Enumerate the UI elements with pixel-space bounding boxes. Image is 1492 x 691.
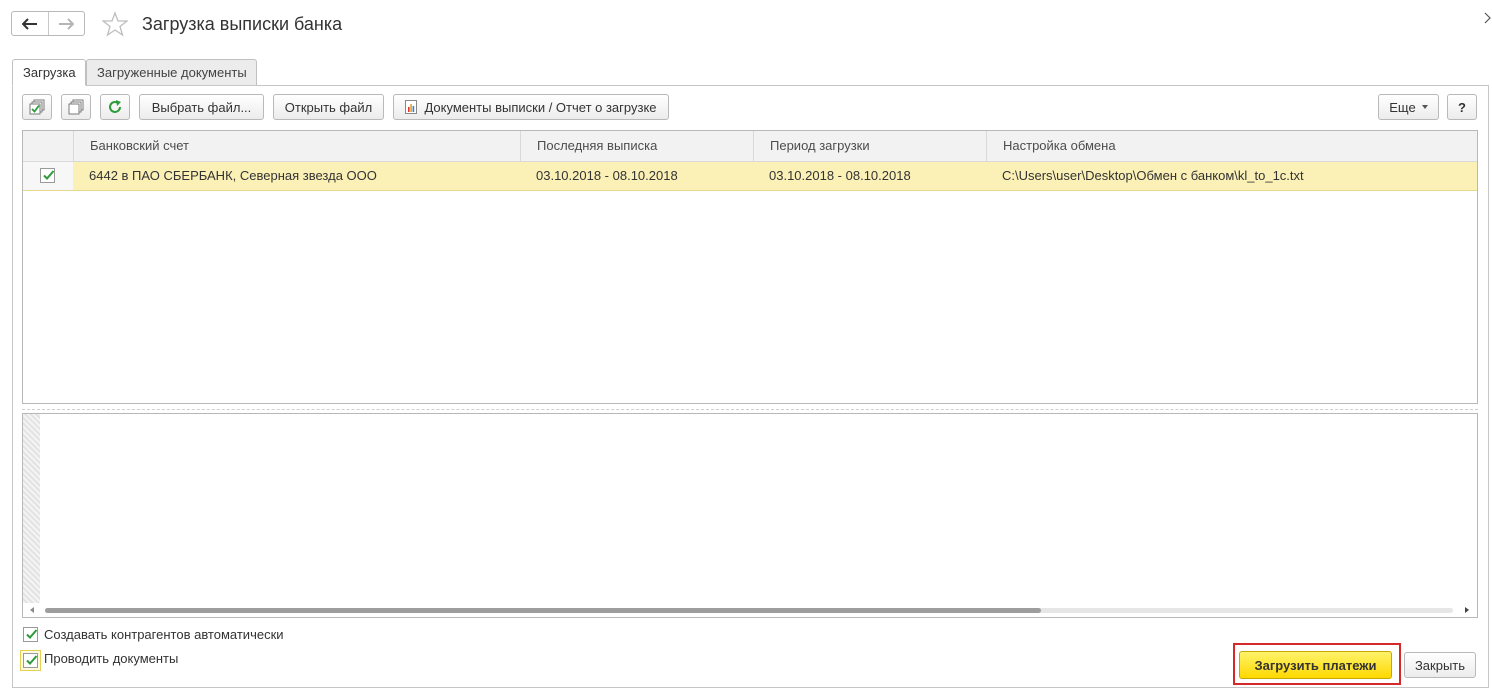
refresh-button[interactable]	[100, 94, 130, 120]
report-icon	[405, 100, 418, 114]
column-header-exchange-setting[interactable]: Настройка обмена	[986, 131, 1477, 162]
documents-report-label: Документы выписки / Отчет о загрузке	[424, 99, 657, 115]
cell-last-statement: 03.10.2018 - 08.10.2018	[536, 168, 678, 183]
column-header-period[interactable]: Период загрузки	[753, 131, 986, 162]
checkmark-icon	[26, 629, 38, 639]
row-checkbox[interactable]	[40, 168, 55, 183]
page-title: Загрузка выписки банка	[142, 14, 343, 34]
scroll-right-icon[interactable]	[1465, 607, 1469, 613]
focus-frame	[20, 650, 41, 671]
post-documents-checkbox[interactable]	[23, 653, 38, 668]
tab-load[interactable]: Загрузка	[12, 59, 86, 86]
tab-loaded-documents[interactable]: Загруженные документы	[86, 59, 257, 86]
check-all-button[interactable]	[22, 94, 52, 120]
help-button[interactable]: ?	[1447, 94, 1477, 120]
cell-account: 6442 в ПАО СБЕРБАНК, Северная звезда ООО	[89, 168, 377, 183]
dropdown-arrow-icon	[1421, 105, 1428, 109]
select-file-button[interactable]: Выбрать файл...	[139, 94, 264, 120]
chevron-right-icon[interactable]	[1484, 10, 1492, 26]
post-documents-option[interactable]: Проводить документы	[20, 650, 178, 671]
post-documents-label: Проводить документы	[44, 651, 179, 666]
arrow-right-icon	[59, 17, 75, 30]
more-label: Еще	[1389, 99, 1416, 115]
scroll-track[interactable]	[45, 608, 1453, 613]
scroll-thumb[interactable]	[45, 608, 1041, 613]
refresh-icon	[109, 100, 121, 113]
scroll-left-icon[interactable]	[30, 607, 34, 613]
checkmark-icon	[26, 655, 38, 665]
uncheck-all-icon	[68, 99, 84, 115]
cell-period: 03.10.2018 - 08.10.2018	[769, 168, 911, 183]
forward-button[interactable]	[47, 12, 85, 35]
details-area	[22, 413, 1478, 618]
table-row[interactable]: 6442 в ПАО СБЕРБАНК, Северная звезда ООО…	[23, 162, 1477, 191]
table-header: Банковский счет Последняя выписка Период…	[23, 131, 1477, 162]
check-all-icon	[29, 99, 45, 115]
bank-accounts-table: Банковский счет Последняя выписка Период…	[22, 130, 1478, 404]
documents-report-button[interactable]: Документы выписки / Отчет о загрузке	[393, 94, 669, 120]
open-file-button[interactable]: Открыть файл	[273, 94, 384, 120]
create-counterparties-option[interactable]: Создавать контрагентов автоматически	[23, 627, 284, 642]
hatched-margin	[23, 414, 40, 603]
cell-exchange-setting: C:\Users\user\Desktop\Обмен с банком\kl_…	[1002, 168, 1304, 183]
back-button[interactable]	[12, 12, 48, 35]
column-header-last-statement[interactable]: Последняя выписка	[520, 131, 753, 162]
arrow-left-icon	[21, 17, 37, 30]
close-button[interactable]: Закрыть	[1404, 652, 1476, 678]
more-button[interactable]: Еще	[1378, 94, 1439, 120]
column-header-account[interactable]: Банковский счет	[73, 131, 520, 162]
checkmark-icon	[43, 170, 55, 180]
favorite-star-icon[interactable]	[102, 11, 128, 37]
uncheck-all-button[interactable]	[61, 94, 91, 120]
load-payments-button[interactable]: Загрузить платежи	[1239, 651, 1392, 679]
create-counterparties-label: Создавать контрагентов автоматически	[44, 627, 284, 642]
splitter[interactable]	[22, 409, 1478, 412]
create-counterparties-checkbox[interactable]	[23, 627, 38, 642]
row-check-cell	[23, 162, 73, 190]
horizontal-scrollbar[interactable]	[23, 603, 1477, 617]
navigation-buttons	[11, 11, 85, 36]
